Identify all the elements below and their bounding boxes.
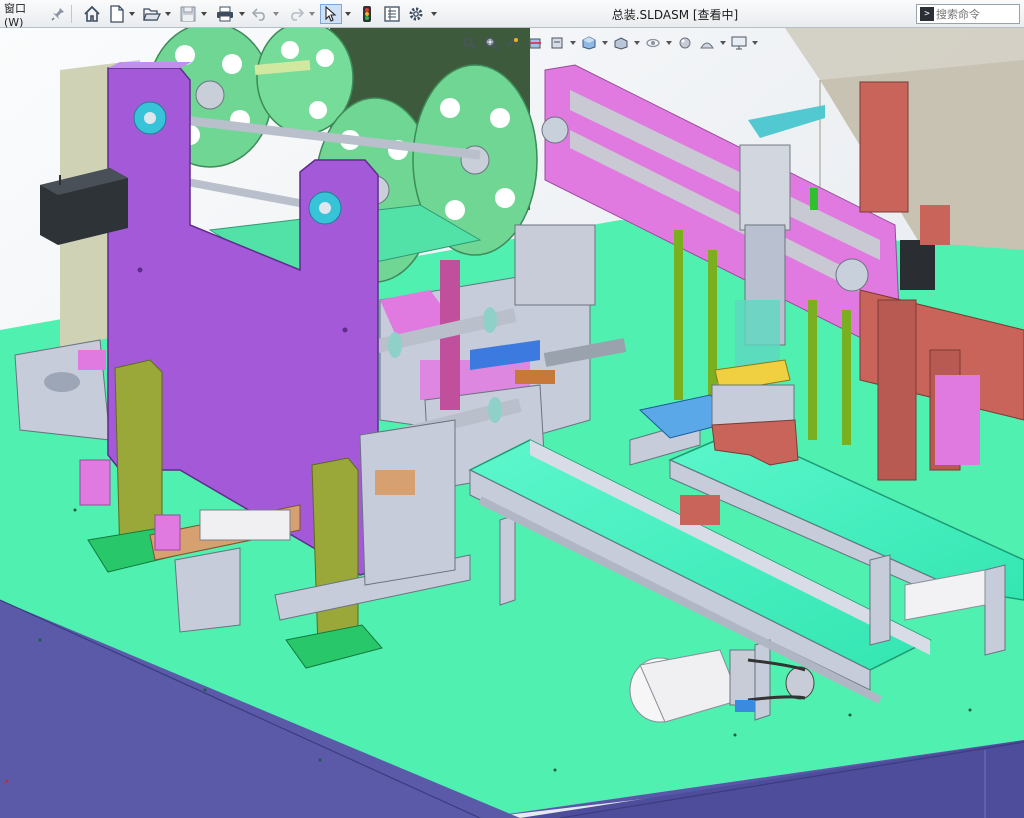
undo-dropdown-chevron-icon[interactable]: [272, 4, 280, 24]
section-view-icon[interactable]: [526, 34, 544, 52]
edit-appearance-icon[interactable]: [676, 34, 694, 52]
save-icon[interactable]: [178, 4, 198, 24]
apply-scene-icon[interactable]: [698, 34, 716, 52]
print-icon[interactable]: [214, 4, 236, 24]
hide-show-icon[interactable]: [644, 34, 662, 52]
select-cursor-icon[interactable]: [320, 4, 342, 24]
home-icon[interactable]: [82, 4, 102, 24]
window-menu[interactable]: 窗口(W): [4, 2, 44, 29]
print-dropdown-chevron-icon[interactable]: [238, 4, 246, 24]
display-style-icon[interactable]: [612, 34, 630, 52]
select-dropdown-chevron-icon[interactable]: [344, 4, 352, 24]
traffic-light-icon[interactable]: [358, 4, 376, 24]
scene-dropdown-chevron-icon[interactable]: [720, 34, 726, 52]
zoom-to-area-icon[interactable]: [482, 34, 500, 52]
redo-icon[interactable]: [286, 4, 306, 24]
save-dropdown-chevron-icon[interactable]: [200, 4, 208, 24]
search-input[interactable]: [934, 7, 1018, 21]
view-orientation-icon[interactable]: [580, 34, 598, 52]
search-terminal-icon: >: [920, 7, 934, 21]
open-file-icon[interactable]: [142, 4, 162, 24]
search-commands-box[interactable]: >: [916, 4, 1020, 24]
view-settings-dropdown-chevron-icon[interactable]: [752, 34, 758, 52]
origin-triad-icon: ↗: [2, 778, 10, 788]
open-dropdown-chevron-icon[interactable]: [164, 4, 172, 24]
new-document-icon[interactable]: [108, 4, 126, 24]
orientation-dropdown-chevron-icon[interactable]: [602, 34, 608, 52]
pin-icon[interactable]: [50, 4, 66, 24]
dynamic-annotation-icon[interactable]: [548, 34, 566, 52]
new-dropdown-chevron-icon[interactable]: [128, 4, 136, 24]
hide-show-dropdown-chevron-icon[interactable]: [666, 34, 672, 52]
view-settings-icon[interactable]: [730, 34, 748, 52]
display-style-dropdown-chevron-icon[interactable]: [634, 34, 640, 52]
document-title: 总装.SLDASM [查看中]: [611, 8, 739, 22]
options-dropdown-chevron-icon[interactable]: [430, 4, 438, 24]
file-properties-icon[interactable]: [382, 4, 402, 24]
annotation-dropdown-chevron-icon[interactable]: [570, 34, 576, 52]
title-bar: 窗口(W) 总装.SLDASM [查看中] >: [0, 0, 1024, 29]
redo-dropdown-chevron-icon[interactable]: [308, 4, 316, 24]
options-gear-icon[interactable]: [406, 4, 426, 24]
graphics-viewport[interactable]: [0, 28, 1024, 818]
left-side-bracket: [14, 339, 111, 441]
heads-up-view-toolbar: [460, 32, 758, 54]
zoom-to-fit-icon[interactable]: [460, 34, 478, 52]
previous-view-icon[interactable]: [504, 34, 522, 52]
undo-icon[interactable]: [250, 4, 270, 24]
